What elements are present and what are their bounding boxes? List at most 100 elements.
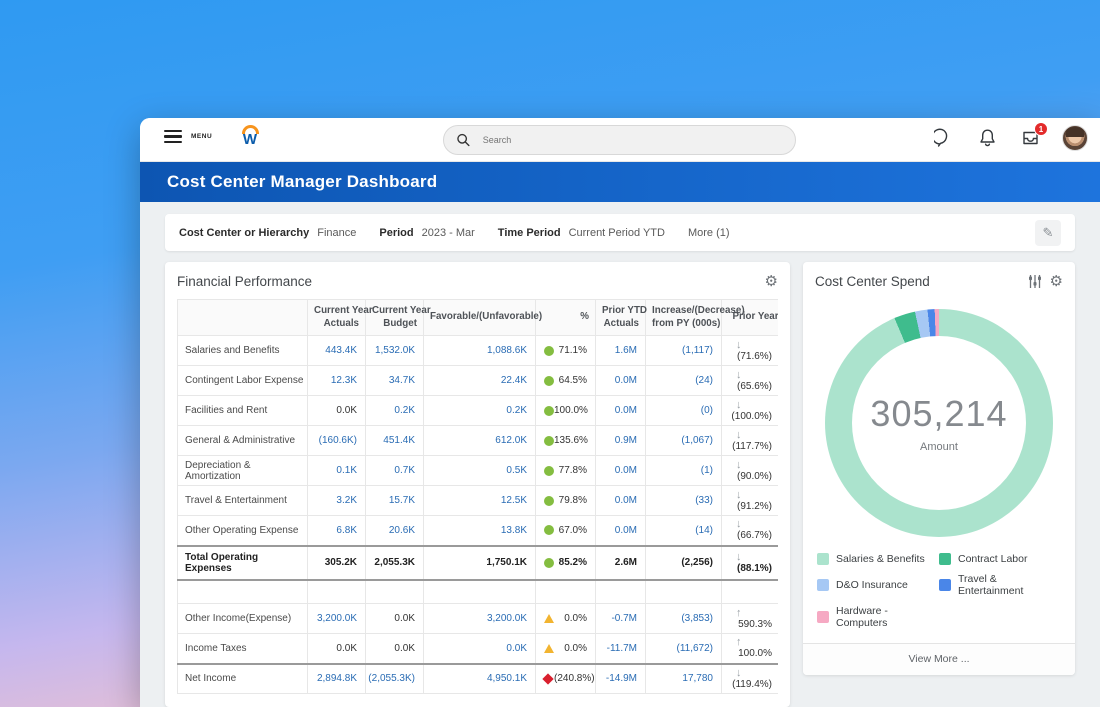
value-cell[interactable]: -11.7M (596, 634, 646, 664)
value-cell[interactable]: 612.0K (424, 426, 536, 456)
drill-link[interactable]: 12.5K (501, 495, 527, 506)
drill-link[interactable]: 2,894.8K (317, 673, 357, 684)
value-cell[interactable]: 0.1K (308, 456, 366, 486)
drill-link[interactable]: -14.9M (606, 673, 637, 684)
filters-more-link[interactable]: More (1) (688, 227, 730, 239)
drill-link[interactable]: 0.0M (615, 375, 637, 386)
value-cell[interactable]: (3,853) (646, 604, 722, 634)
value-cell[interactable]: 3,200.0K (308, 604, 366, 634)
drill-link[interactable]: 12.3K (331, 375, 357, 386)
drill-link[interactable]: 0.0K (506, 643, 527, 654)
value-cell[interactable]: (33) (646, 486, 722, 516)
drill-link[interactable]: 0.5K (506, 465, 527, 476)
value-cell[interactable]: (14) (646, 516, 722, 546)
drill-link[interactable]: 3.2K (336, 495, 357, 506)
value-cell[interactable]: 0.0M (596, 456, 646, 486)
drill-link[interactable]: 1,532.0K (375, 345, 415, 356)
value-cell[interactable]: -14.9M (596, 664, 646, 694)
drill-link[interactable]: 6.8K (336, 525, 357, 536)
drill-link[interactable]: 0.2K (394, 405, 415, 416)
value-cell[interactable]: (1) (646, 456, 722, 486)
value-cell[interactable]: (1,067) (646, 426, 722, 456)
drill-link[interactable]: -11.7M (607, 643, 637, 654)
drill-link[interactable]: 451.4K (383, 435, 415, 446)
value-cell[interactable]: 0.0K (424, 634, 536, 664)
drill-link[interactable]: (160.6K) (319, 435, 357, 446)
drill-link[interactable]: (24) (695, 375, 713, 386)
drill-link[interactable]: (1,117) (682, 345, 713, 356)
value-cell[interactable]: 13.8K (424, 516, 536, 546)
value-cell[interactable]: 17,780 (646, 664, 722, 694)
legend-item[interactable]: Salaries & Benefits (817, 553, 935, 565)
value-cell[interactable]: 0.0M (596, 396, 646, 426)
value-cell[interactable]: (24) (646, 366, 722, 396)
value-cell[interactable]: -0.7M (596, 604, 646, 634)
sliders-icon[interactable] (1028, 274, 1042, 289)
drill-link[interactable]: 1,088.6K (487, 345, 527, 356)
drill-link[interactable]: 0.9M (615, 435, 637, 446)
drill-link[interactable]: (14) (695, 525, 713, 536)
drill-link[interactable]: 13.8K (501, 525, 527, 536)
drill-link[interactable]: 20.6K (389, 525, 415, 536)
menu-button[interactable]: MENU (164, 130, 212, 143)
gear-icon[interactable]: ⚙ (765, 274, 778, 289)
drill-link[interactable]: (1) (701, 465, 713, 476)
edit-filters-button[interactable]: ✎ (1035, 220, 1061, 246)
value-cell[interactable]: (160.6K) (308, 426, 366, 456)
drill-link[interactable]: 22.4K (501, 375, 527, 386)
drill-link[interactable]: 3,200.0K (487, 613, 527, 624)
view-more-link[interactable]: View More ... (803, 643, 1075, 675)
value-cell[interactable]: 1.6M (596, 336, 646, 366)
drill-link[interactable]: (0) (701, 405, 713, 416)
legend-item[interactable]: Contract Labor (939, 553, 1061, 565)
value-cell[interactable]: 0.5K (424, 456, 536, 486)
value-cell[interactable]: 443.4K (308, 336, 366, 366)
value-cell[interactable]: 0.2K (424, 396, 536, 426)
drill-link[interactable]: 443.4K (325, 345, 357, 356)
value-cell[interactable]: 1,532.0K (366, 336, 424, 366)
value-cell[interactable]: 4,950.1K (424, 664, 536, 694)
workday-logo[interactable]: W (238, 125, 262, 146)
drill-link[interactable]: 0.2K (506, 405, 527, 416)
legend-item[interactable]: D&O Insurance (817, 573, 935, 597)
value-cell[interactable]: 12.5K (424, 486, 536, 516)
chat-button[interactable] (933, 127, 955, 149)
drill-link[interactable]: 0.0M (615, 495, 637, 506)
legend-item[interactable]: Travel & Entertainment (939, 573, 1061, 597)
drill-link[interactable]: 0.0M (615, 405, 637, 416)
drill-link[interactable]: -0.7M (611, 613, 637, 624)
drill-link[interactable]: 4,950.1K (487, 673, 527, 684)
value-cell[interactable]: (1,117) (646, 336, 722, 366)
value-cell[interactable]: 0.9M (596, 426, 646, 456)
value-cell[interactable]: 34.7K (366, 366, 424, 396)
value-cell[interactable]: 1,088.6K (424, 336, 536, 366)
value-cell[interactable]: 6.8K (308, 516, 366, 546)
value-cell[interactable]: (2,055.3K) (366, 664, 424, 694)
value-cell[interactable]: 0.0M (596, 516, 646, 546)
drill-link[interactable]: 34.7K (389, 375, 415, 386)
drill-link[interactable]: 0.0M (615, 525, 637, 536)
value-cell[interactable]: 22.4K (424, 366, 536, 396)
drill-link[interactable]: 3,200.0K (317, 613, 357, 624)
drill-link[interactable]: 612.0K (495, 435, 527, 446)
drill-link[interactable]: 15.7K (389, 495, 415, 506)
value-cell[interactable]: 0.0M (596, 486, 646, 516)
value-cell[interactable]: 3,200.0K (424, 604, 536, 634)
drill-link[interactable]: (11,672) (676, 643, 713, 654)
value-cell[interactable]: (11,672) (646, 634, 722, 664)
drill-link[interactable]: (3,853) (681, 613, 713, 624)
value-cell[interactable]: 0.7K (366, 456, 424, 486)
drill-link[interactable]: (33) (695, 495, 713, 506)
drill-link[interactable]: 0.7K (394, 465, 415, 476)
drill-link[interactable]: 0.0M (615, 465, 637, 476)
legend-item[interactable]: Hardware - Computers (817, 605, 935, 629)
gear-icon[interactable]: ⚙ (1050, 274, 1063, 289)
value-cell[interactable]: 2,894.8K (308, 664, 366, 694)
drill-link[interactable]: 1.6M (615, 345, 637, 356)
profile-avatar[interactable] (1062, 125, 1088, 151)
search-input[interactable] (483, 135, 783, 145)
notifications-button[interactable] (976, 127, 998, 149)
drill-link[interactable]: (1,067) (681, 435, 713, 446)
drill-link[interactable]: 0.1K (336, 465, 357, 476)
value-cell[interactable]: 12.3K (308, 366, 366, 396)
